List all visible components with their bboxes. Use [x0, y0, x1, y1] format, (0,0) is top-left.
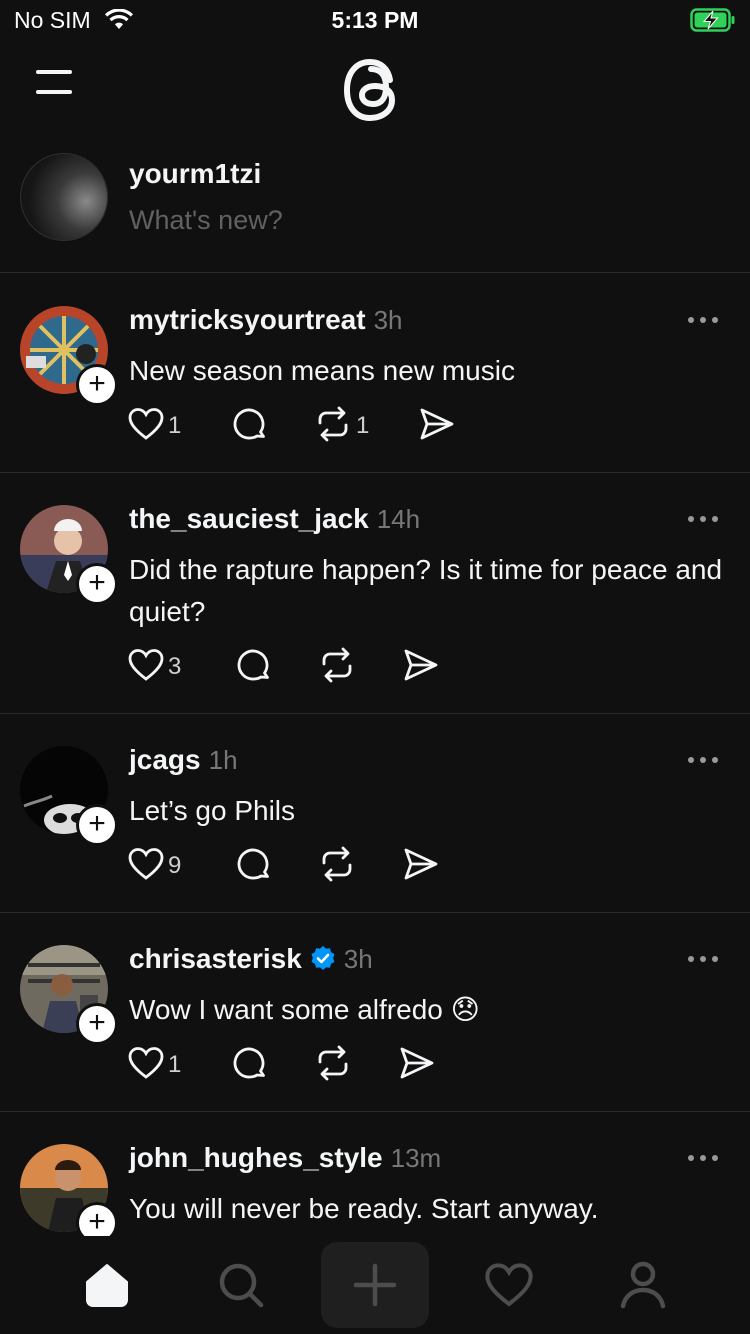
follow-plus-button[interactable]: +	[76, 1003, 118, 1045]
post-author[interactable]: chrisasterisk 3h	[129, 943, 373, 978]
send-icon	[418, 407, 456, 446]
repost-button[interactable]	[318, 846, 356, 886]
comment-icon	[232, 1045, 268, 1086]
comment-icon	[236, 846, 272, 887]
send-icon	[398, 1046, 436, 1085]
reply-button[interactable]	[232, 1045, 268, 1085]
threads-logo-icon[interactable]	[341, 52, 407, 133]
more-options-icon[interactable]	[686, 312, 720, 330]
follow-plus-button[interactable]: +	[76, 563, 118, 605]
post-time: 3h	[343, 944, 373, 974]
repost-icon	[314, 406, 352, 447]
plus-icon[interactable]	[321, 1242, 429, 1328]
comment-icon	[236, 647, 272, 688]
heart-icon[interactable]	[476, 1250, 542, 1320]
username[interactable]: the_sauciest_jack	[129, 503, 369, 534]
more-options-icon[interactable]	[686, 951, 720, 969]
heart-icon	[128, 648, 164, 687]
repost-button[interactable]: 1	[314, 406, 369, 446]
post-author[interactable]: john_hughes_style 13m	[129, 1142, 441, 1174]
post-time: 3h	[373, 305, 403, 335]
post-author[interactable]: jcags 1h	[129, 744, 238, 776]
more-options-icon[interactable]	[686, 511, 720, 529]
heart-icon	[128, 1046, 164, 1085]
repost-icon	[318, 846, 356, 887]
reply-button[interactable]	[236, 647, 272, 687]
repost-button[interactable]	[314, 1045, 352, 1085]
repost-button[interactable]	[318, 647, 356, 687]
share-button[interactable]	[398, 1045, 436, 1085]
composer-input[interactable]: What's new?	[129, 205, 283, 236]
follow-plus-button[interactable]: +	[76, 804, 118, 846]
thread-post[interactable]: + mytricksyourtreat 3h New season means n…	[0, 274, 750, 473]
post-text: Let’s go Phils	[129, 795, 296, 826]
post-text: You will never be ready. Start anyway.	[129, 1193, 599, 1224]
more-options-icon[interactable]	[686, 1150, 720, 1168]
like-button[interactable]: 1	[128, 1045, 181, 1085]
clock: 5:13 PM	[331, 7, 419, 33]
repost-count: 1	[356, 412, 370, 439]
like-button[interactable]: 9	[128, 846, 181, 886]
username[interactable]: chrisasterisk	[129, 943, 302, 974]
post-author[interactable]: the_sauciest_jack 14h	[129, 503, 420, 535]
like-count: 1	[168, 412, 182, 439]
heart-icon	[128, 407, 164, 446]
avatar[interactable]	[20, 153, 108, 241]
share-button[interactable]	[402, 846, 440, 886]
post-time: 14h	[376, 504, 421, 534]
like-count: 3	[168, 653, 182, 680]
thread-post[interactable]: + john_hughes_style 13m You will never be…	[0, 1112, 750, 1236]
home-icon[interactable]	[74, 1250, 140, 1320]
status-bar: No SIM 5:13 PM	[0, 0, 750, 40]
thread-post[interactable]: + the_sauciest_jack 14h Did the rapture h…	[0, 473, 750, 714]
battery-charging-icon	[690, 8, 736, 37]
repost-icon	[314, 1045, 352, 1086]
composer-username: yourm1tzi	[129, 158, 262, 189]
like-button[interactable]: 3	[128, 647, 181, 687]
more-options-icon[interactable]	[686, 752, 720, 770]
repost-icon	[318, 647, 356, 688]
profile-icon[interactable]	[610, 1250, 676, 1320]
post-time: 13m	[390, 1143, 442, 1173]
post-text: New season means new music	[129, 355, 515, 386]
thread-post[interactable]: + jcags 1h Let’s go Phils 9	[0, 714, 750, 913]
thread-post[interactable]: + chrisasterisk 3h Wow I want some alfred…	[0, 913, 750, 1112]
send-icon	[402, 847, 440, 886]
hamburger-icon[interactable]	[36, 70, 74, 100]
app-header	[0, 48, 750, 128]
search-icon[interactable]	[208, 1250, 274, 1320]
follow-plus-button[interactable]: +	[76, 364, 118, 406]
reply-button[interactable]	[232, 406, 268, 446]
share-button[interactable]	[418, 406, 456, 446]
post-text: Wow I want some alfredo 😞	[129, 994, 480, 1025]
comment-icon	[232, 406, 268, 447]
post-author[interactable]: mytricksyourtreat 3h	[129, 304, 402, 336]
like-button[interactable]: 1	[128, 406, 181, 446]
new-thread-composer[interactable]: yourm1tzi What's new?	[0, 150, 750, 273]
send-icon	[402, 648, 440, 687]
reply-button[interactable]	[236, 846, 272, 886]
username[interactable]: jcags	[129, 744, 201, 775]
post-time: 1h	[208, 745, 238, 775]
like-count: 1	[168, 1051, 182, 1078]
follow-plus-button[interactable]: +	[76, 1202, 118, 1236]
share-button[interactable]	[402, 647, 440, 687]
username[interactable]: john_hughes_style	[129, 1142, 383, 1173]
username[interactable]: mytricksyourtreat	[129, 304, 366, 335]
post-text: Did the rapture happen? Is it time for p…	[129, 554, 723, 627]
bottom-tab-bar	[0, 1236, 750, 1334]
verified-badge-icon	[310, 945, 336, 978]
like-count: 9	[168, 852, 182, 879]
heart-icon	[128, 847, 164, 886]
